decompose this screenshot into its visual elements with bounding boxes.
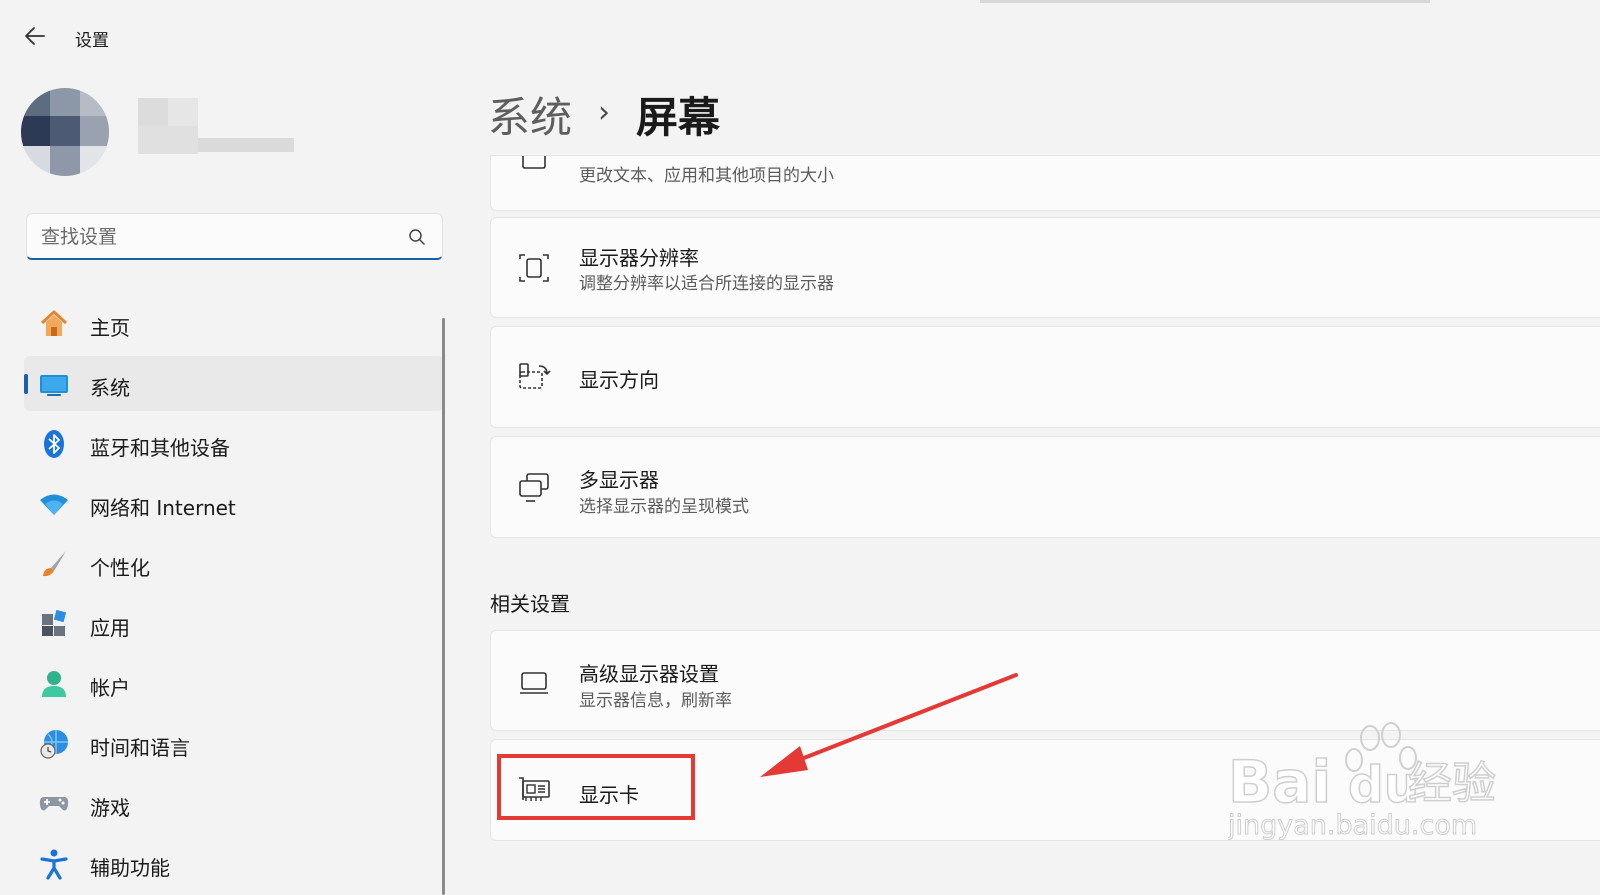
sidebar-item-label: 网络和 Internet	[90, 496, 236, 520]
gamepad-icon	[39, 797, 69, 811]
search-input[interactable]	[41, 222, 381, 252]
back-arrow-icon	[25, 27, 45, 45]
sidebar-item-label: 应用	[90, 616, 130, 640]
window-shadow	[980, 0, 1430, 3]
breadcrumb-parent-link[interactable]: 系统	[488, 84, 572, 145]
home-icon	[40, 310, 68, 336]
search-icon[interactable]	[408, 228, 426, 246]
page-title: 屏幕	[636, 92, 721, 142]
profile-name-blurred	[138, 98, 294, 154]
globe-clock-icon	[40, 730, 68, 759]
app-title: 设置	[75, 31, 109, 51]
sidebar-item-network[interactable]: 网络和 Internet	[24, 476, 444, 531]
card-title: 多显示器	[579, 468, 659, 492]
accessibility-icon	[40, 849, 68, 880]
card-multiple-displays[interactable]: 多显示器 选择显示器的呈现模式	[490, 436, 1600, 538]
title-bar: 设置	[0, 0, 1600, 70]
wifi-icon	[40, 494, 68, 515]
sidebar-item-label: 系统	[90, 376, 130, 400]
watermark-brand: Bai	[1228, 748, 1331, 816]
watermark-brand-cn: 经验	[1408, 758, 1496, 809]
card-subtitle: 显示器信息，刷新率	[579, 691, 732, 711]
card-subtitle: 选择显示器的呈现模式	[579, 497, 749, 517]
sidebar-item-label: 游戏	[90, 796, 130, 820]
resolution-icon	[519, 254, 549, 282]
avatar[interactable]	[20, 86, 110, 178]
sidebar-item-label: 帐户	[90, 676, 130, 700]
multiple-displays-icon	[519, 473, 549, 502]
sidebar-item-label: 时间和语言	[90, 736, 190, 760]
sidebar-item-accessibility[interactable]: 辅助功能	[24, 836, 444, 891]
sidebar-item-time-language[interactable]: 时间和语言	[24, 716, 444, 771]
sidebar-item-personalization[interactable]: 个性化	[24, 536, 444, 591]
sidebar-item-accounts[interactable]: 帐户	[24, 656, 444, 711]
card-subtitle: 更改文本、应用和其他项目的大小	[579, 166, 834, 186]
active-indicator	[24, 374, 28, 394]
bluetooth-icon	[44, 430, 64, 458]
card-title: 显示方向	[579, 368, 659, 392]
monitor-icon	[520, 672, 548, 694]
annotation-highlight-box	[497, 754, 695, 820]
sidebar-item-bluetooth[interactable]: 蓝牙和其他设备	[24, 416, 444, 471]
orientation-icon	[519, 363, 551, 389]
back-button[interactable]	[20, 22, 50, 50]
system-display-icon	[40, 375, 68, 396]
apps-icon	[42, 609, 67, 636]
sidebar-item-home[interactable]: 主页	[24, 296, 444, 351]
sidebar-item-label: 主页	[90, 316, 130, 340]
sidebar-item-system[interactable]: 系统	[24, 356, 444, 411]
card-display-orientation[interactable]: 显示方向	[490, 326, 1600, 428]
watermark-url: jingyan.baidu.com	[1228, 810, 1477, 841]
sidebar-nav: 主页 系统 蓝牙和其他设备 网络和 Internet 个性化 应用 帐户 时间和…	[24, 296, 444, 895]
card-display-resolution[interactable]: 显示器分辨率 调整分辨率以适合所连接的显示器	[490, 217, 1600, 318]
card-subtitle: 调整分辨率以适合所连接的显示器	[579, 274, 834, 294]
sidebar-item-label: 辅助功能	[90, 856, 170, 880]
breadcrumb: 系统 › 屏幕	[488, 84, 720, 144]
sidebar-item-label: 个性化	[90, 556, 150, 580]
scale-icon	[522, 156, 546, 169]
sidebar-item-label: 蓝牙和其他设备	[90, 436, 230, 460]
card-scale[interactable]: 更改文本、应用和其他项目的大小	[490, 155, 1600, 211]
account-icon	[42, 671, 66, 697]
card-advanced-display[interactable]: 高级显示器设置 显示器信息，刷新率	[490, 630, 1600, 731]
card-title: 高级显示器设置	[579, 662, 719, 686]
brush-icon	[43, 551, 66, 577]
sidebar-item-gaming[interactable]: 游戏	[24, 776, 444, 831]
sidebar-scrollbar[interactable]	[442, 318, 445, 895]
card-title: 显示器分辨率	[579, 246, 699, 270]
baidu-jingyan-watermark: Bai du 经验 jingyan.baidu.com	[1228, 722, 1497, 842]
sidebar-item-apps[interactable]: 应用	[24, 596, 444, 651]
search-box[interactable]	[26, 213, 443, 260]
section-title-related: 相关设置	[490, 592, 570, 616]
breadcrumb-separator: ›	[598, 94, 611, 130]
